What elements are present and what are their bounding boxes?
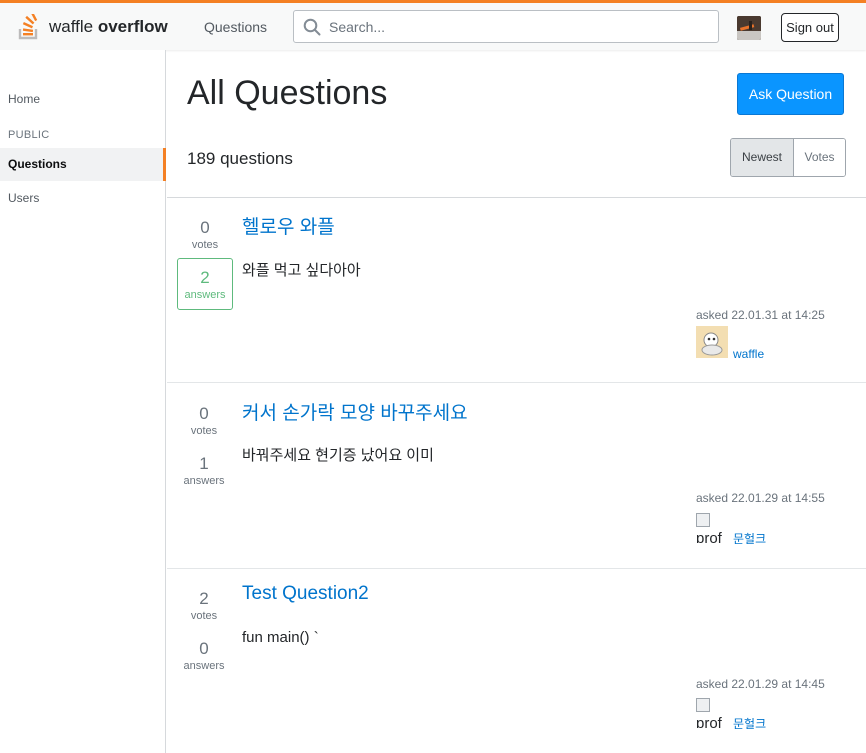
question-title-link[interactable]: Test Question2 <box>242 583 369 605</box>
vote-number: 0 <box>200 218 210 237</box>
main-content: All Questions Ask Question 189 questions… <box>167 50 866 753</box>
question-count: 189 questions <box>187 149 293 168</box>
avatar-alt-text: prof <box>696 715 722 728</box>
answer-count: 0 answers <box>176 639 232 673</box>
vote-count: 0 votes <box>176 404 232 438</box>
search-input[interactable] <box>329 11 709 42</box>
question-excerpt: 와플 먹고 싶다아아 <box>242 262 361 279</box>
question-title-link[interactable]: 헬로우 와플 <box>242 212 335 239</box>
answer-count: 1 answers <box>176 454 232 488</box>
question-user-link[interactable]: 문헐크 <box>733 530 766 547</box>
vote-count: 0 votes <box>177 218 233 252</box>
asked-timestamp: asked 22.01.31 at 14:25 <box>696 308 825 322</box>
broken-image-icon <box>696 513 710 527</box>
sidebar-item-questions[interactable]: Questions <box>0 148 166 181</box>
asked-timestamp: asked 22.01.29 at 14:55 <box>696 491 825 505</box>
vote-label: votes <box>190 610 218 622</box>
filter-newest[interactable]: Newest <box>731 139 794 176</box>
answer-count: 2 answers <box>177 258 233 310</box>
vote-number: 2 <box>199 589 209 608</box>
question-user-avatar[interactable]: prof <box>696 513 728 543</box>
sidebar-item-users[interactable]: Users <box>8 191 39 205</box>
logo-text: waffle overflow <box>49 17 168 37</box>
stack-logo-icon <box>18 14 38 40</box>
user-avatar[interactable] <box>737 16 761 40</box>
question-item: 0 votes 1 answers 커서 손가락 모양 바꾸주세요 바꿔주세요 … <box>167 384 866 569</box>
left-sidebar: Home PUBLIC Questions Users <box>0 50 166 753</box>
avatar-alt-text: prof <box>696 530 722 543</box>
nav-questions-link[interactable]: Questions <box>193 13 278 41</box>
user-avatar-image <box>696 326 728 358</box>
logo-text-bold: overflow <box>97 17 168 36</box>
question-user-link[interactable]: 문헐크 <box>733 715 766 732</box>
sign-out-button[interactable]: Sign out <box>781 13 839 42</box>
answer-number: 2 <box>200 268 210 287</box>
vote-label: votes <box>191 239 219 251</box>
logo[interactable]: waffle overflow <box>17 12 168 42</box>
top-bar: waffle overflow Questions Sign out <box>0 0 866 50</box>
vote-label: votes <box>190 425 218 437</box>
search-icon <box>303 18 321 36</box>
question-user-avatar[interactable] <box>696 326 728 358</box>
answer-label: answers <box>183 475 225 487</box>
question-item: 0 votes 2 answers 헬로우 와플 와플 먹고 싶다아아 aske… <box>167 198 866 383</box>
user-avatar-image <box>737 16 761 40</box>
sort-filter-group: Newest Votes <box>730 138 846 177</box>
search-box <box>293 10 719 43</box>
answer-number: 1 <box>199 454 209 473</box>
vote-number: 0 <box>199 404 209 423</box>
answer-number: 0 <box>199 639 209 658</box>
broken-image-icon <box>696 698 710 712</box>
answer-label: answers <box>183 660 225 672</box>
answer-label: answers <box>184 289 226 301</box>
filter-votes[interactable]: Votes <box>794 139 845 176</box>
question-item: 2 votes 0 answers Test Question2 fun mai… <box>167 569 866 753</box>
sidebar-section-label: PUBLIC <box>8 129 50 141</box>
vote-count: 2 votes <box>176 589 232 623</box>
sidebar-item-home[interactable]: Home <box>8 92 40 106</box>
question-title-link[interactable]: 커서 손가락 모양 바꾸주세요 <box>242 398 468 425</box>
ask-question-button[interactable]: Ask Question <box>737 73 844 115</box>
question-user-avatar[interactable]: prof <box>696 698 728 728</box>
question-excerpt: 바꿔주세요 현기증 났어요 이미 <box>242 447 434 464</box>
asked-timestamp: asked 22.01.29 at 14:45 <box>696 677 825 691</box>
question-excerpt: fun main() ` <box>242 629 319 646</box>
page-title: All Questions <box>187 74 388 112</box>
logo-text-light: waffle <box>49 17 94 36</box>
question-user-link[interactable]: waffle <box>733 347 764 361</box>
